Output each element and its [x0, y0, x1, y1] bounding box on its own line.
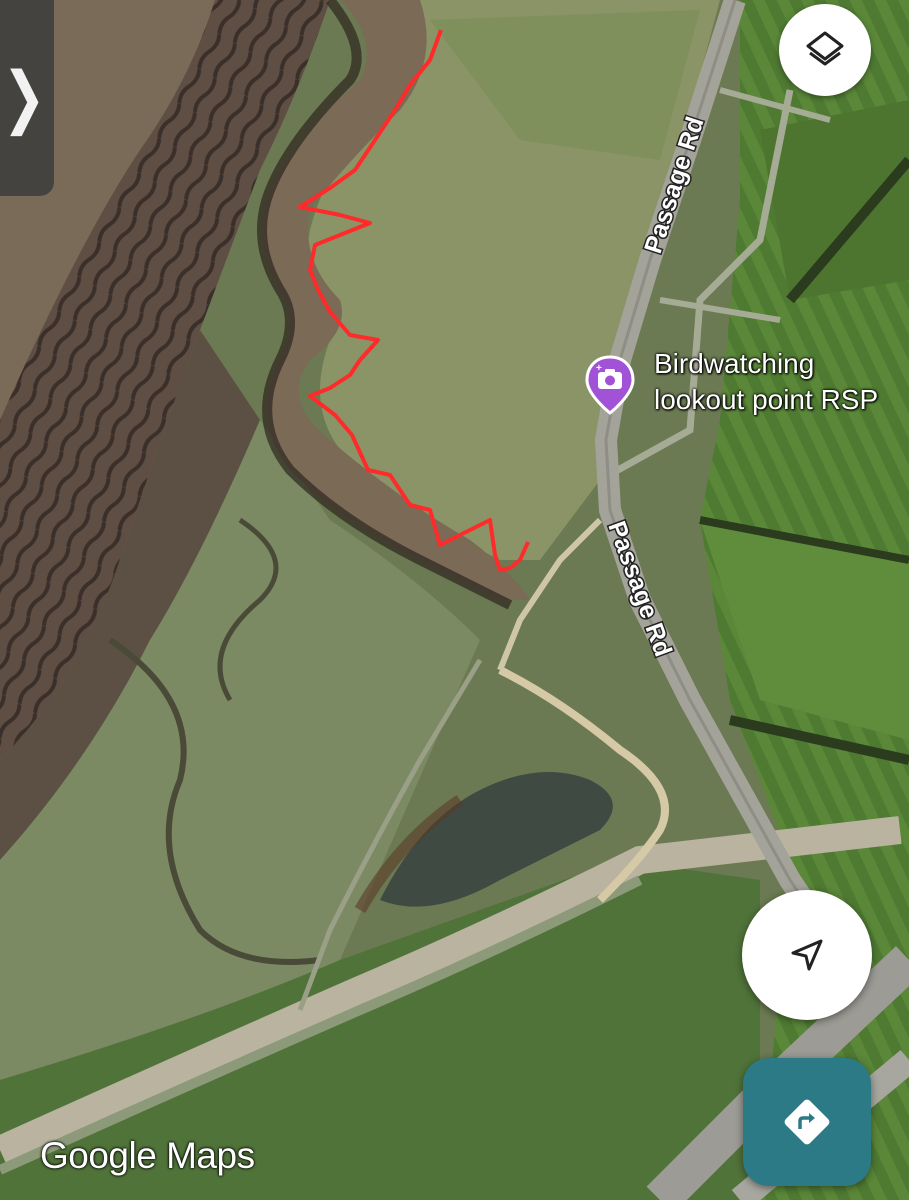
poi-marker[interactable]: + [585, 355, 635, 415]
navigation-arrow-icon [791, 939, 823, 971]
directions-button[interactable] [743, 1058, 871, 1186]
chevron-right-icon: ❯ [2, 59, 46, 137]
satellite-map[interactable]: Passage Rd Passage Rd [0, 0, 909, 1200]
camera-icon: + [585, 355, 635, 415]
poi-label[interactable]: Birdwatching lookout point RSP [654, 346, 909, 418]
google-maps-logo: Google Maps [40, 1135, 255, 1176]
side-panel-toggle[interactable]: ❯ [0, 0, 54, 196]
my-location-button[interactable] [742, 890, 872, 1020]
layers-icon [806, 31, 844, 66]
svg-text:+: + [596, 363, 602, 374]
directions-icon [784, 1099, 830, 1145]
layers-button[interactable] [779, 4, 871, 96]
